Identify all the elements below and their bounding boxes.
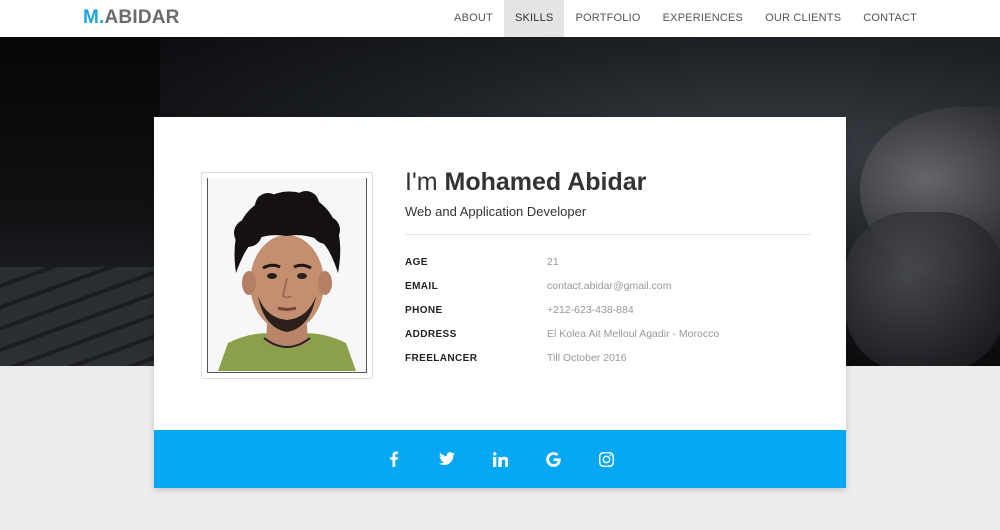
top-navbar: M.ABIDAR ABOUT SKILLS PORTFOLIO EXPERIEN…	[0, 0, 1000, 37]
linkedin-icon	[492, 451, 508, 467]
portrait-illustration	[208, 178, 366, 371]
detail-row-phone: PHONE +212-623-438-884	[405, 298, 811, 322]
detail-value: +212-623-438-884	[547, 304, 634, 316]
detail-label: AGE	[405, 256, 428, 268]
profile-photo-frame	[201, 172, 373, 379]
detail-label: ADDRESS	[405, 328, 457, 340]
twitter-icon	[439, 452, 455, 465]
main-nav: ABOUT SKILLS PORTFOLIO EXPERIENCES OUR C…	[443, 0, 928, 37]
detail-value: El Kolea Ait Melloul Agadir - Morocco	[547, 328, 720, 340]
linkedin-link[interactable]	[474, 444, 527, 474]
profile-details: AGE 21 EMAIL contact.abidar@gmail.com PH…	[405, 250, 811, 370]
detail-label: PHONE	[405, 304, 443, 316]
profile-full-name: Mohamed Abidar	[444, 168, 647, 196]
nav-item-contact[interactable]: CONTACT	[852, 0, 928, 37]
brand-accent: M.	[83, 7, 105, 28]
social-bar	[154, 430, 846, 488]
facebook-link[interactable]	[368, 444, 421, 474]
detail-label: FREELANCER	[405, 352, 478, 364]
profile-role: Web and Application Developer	[405, 204, 587, 219]
instagram-icon	[598, 451, 614, 467]
profile-photo	[207, 178, 367, 373]
detail-value: Till October 2016	[547, 352, 627, 364]
profile-intro: I'm Mohamed Abidar Web and Application D…	[405, 167, 811, 235]
nav-item-experiences[interactable]: EXPERIENCES	[652, 0, 754, 37]
brand-logo[interactable]: M.ABIDAR	[83, 8, 180, 28]
nav-item-portfolio[interactable]: PORTFOLIO	[564, 0, 651, 37]
intro-divider	[405, 234, 811, 235]
nav-item-our-clients[interactable]: OUR CLIENTS	[754, 0, 852, 37]
nav-item-about[interactable]: ABOUT	[443, 0, 504, 37]
detail-row-address: ADDRESS El Kolea Ait Melloul Agadir - Mo…	[405, 322, 811, 346]
hand-image-lower	[845, 212, 1000, 366]
google-icon	[545, 451, 561, 467]
instagram-link[interactable]	[580, 444, 633, 474]
detail-value: 21	[547, 256, 559, 268]
keyboard-image	[0, 267, 155, 366]
detail-row-freelancer: FREELANCER Till October 2016	[405, 346, 811, 370]
profile-name: I'm Mohamed Abidar	[405, 167, 811, 197]
profile-greeting: I'm	[405, 168, 438, 196]
detail-row-age: AGE 21	[405, 250, 811, 274]
nav-item-skills[interactable]: SKILLS	[503, 0, 565, 37]
email-link[interactable]: contact.abidar@gmail.com	[547, 280, 671, 292]
detail-row-email: EMAIL contact.abidar@gmail.com	[405, 274, 811, 298]
facebook-icon	[390, 451, 398, 467]
twitter-link[interactable]	[421, 444, 474, 474]
profile-card: I'm Mohamed Abidar Web and Application D…	[154, 117, 846, 488]
detail-label: EMAIL	[405, 280, 439, 292]
google-link[interactable]	[527, 444, 580, 474]
brand-text: ABIDAR	[104, 7, 180, 28]
